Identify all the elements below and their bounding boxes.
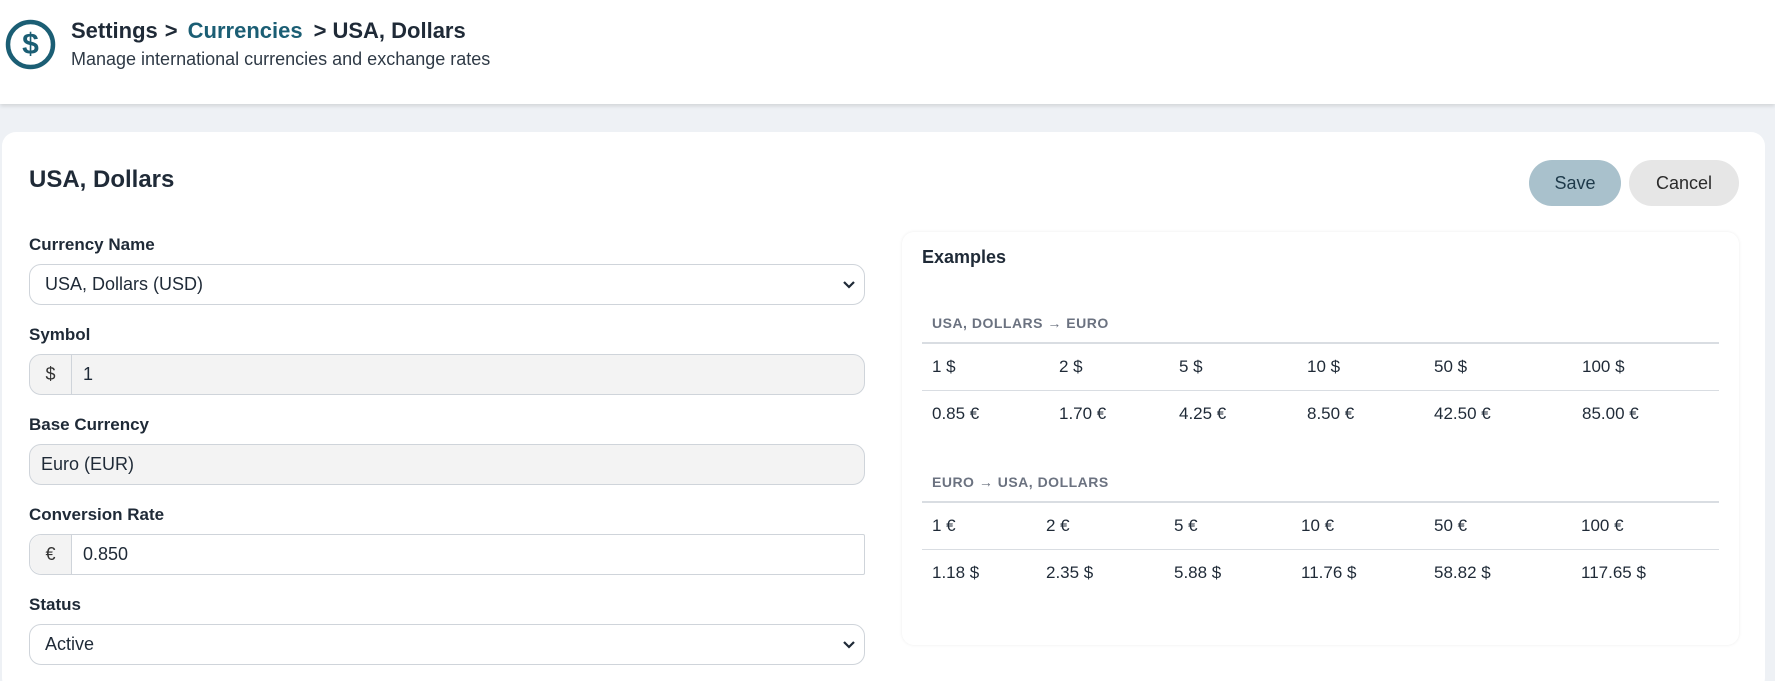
conversion-rate-value: 0.850: [83, 544, 129, 564]
usd-to-eur-table: USA, DOLLARS → EURO 1 $ 2 $ 5 $ 10 $ 50 …: [922, 304, 1719, 436]
table-cell: 5.88 $: [1174, 562, 1222, 582]
page-subtitle: Manage international currencies and exch…: [71, 49, 491, 69]
card-title: USA, Dollars: [29, 166, 175, 193]
conversion-rate-label: Conversion Rate: [29, 505, 165, 524]
table-cell: 50 $: [1434, 357, 1468, 376]
table-cell: 10 €: [1301, 516, 1335, 535]
breadcrumb-currencies-link[interactable]: Currencies: [188, 18, 303, 44]
table-cell: 5 $: [1179, 357, 1203, 376]
svg-text:$: $: [22, 28, 39, 61]
currency-name-value: USA, Dollars (USD): [45, 274, 204, 294]
table-cell: 2.35 $: [1046, 562, 1094, 582]
status-value: Active: [45, 634, 95, 654]
table-cell: 100 €: [1581, 516, 1624, 535]
chevron-down-icon: [834, 640, 864, 650]
base-currency-label: Base Currency: [29, 415, 150, 434]
table-cell: 5 €: [1174, 516, 1198, 535]
breadcrumb: Settings > Currencies > USA, Dollars: [71, 17, 466, 45]
table-cell: 85.00 €: [1582, 403, 1639, 423]
status-label: Status: [29, 595, 81, 614]
table-cell: 10 $: [1307, 357, 1341, 376]
table-row: 0.85 € 1.70 € 4.25 € 8.50 € 42.50 € 85.0…: [922, 390, 1719, 436]
table-row: 1.18 $ 2.35 $ 5.88 $ 11.76 $ 58.82 $ 117…: [922, 549, 1719, 595]
table-heading: EURO → USA, DOLLARS: [922, 463, 1719, 503]
table-cell: 2 $: [1059, 357, 1083, 376]
symbol-addon: $: [30, 355, 72, 394]
currency-card: USA, Dollars Save Cancel Currency Name U…: [2, 132, 1765, 681]
examples-title: Examples: [922, 247, 1007, 267]
table-row: 1 € 2 € 5 € 10 € 50 € 100 €: [922, 503, 1719, 549]
base-currency-value: Euro (EUR): [41, 454, 135, 474]
table-cell: 1.70 €: [1059, 403, 1107, 423]
breadcrumb-current: USA, Dollars: [332, 18, 466, 43]
cancel-button[interactable]: Cancel: [1629, 160, 1739, 206]
chevron-down-icon: [834, 280, 864, 290]
table-cell: 1.18 $: [932, 562, 980, 582]
save-button[interactable]: Save: [1529, 160, 1621, 206]
eur-to-usd-table: EURO → USA, DOLLARS 1 € 2 € 5 € 10 € 50 …: [922, 463, 1719, 595]
page-header: $ Settings > Currencies > USA, Dollars M…: [0, 0, 1775, 104]
symbol-value: 1: [83, 364, 94, 384]
table-cell: 0.85 €: [932, 403, 980, 423]
symbol-label: Symbol: [29, 325, 91, 344]
table-heading: USA, DOLLARS → EURO: [922, 304, 1719, 344]
table-cell: 11.76 $: [1301, 562, 1357, 582]
table-cell: 117.65 $: [1581, 562, 1646, 582]
breadcrumb-separator: >: [164, 18, 178, 43]
table-cell: 4.25 €: [1179, 403, 1227, 423]
conversion-rate-input[interactable]: € 0.850: [29, 534, 865, 575]
table-cell: 2 €: [1046, 516, 1070, 535]
conversion-rate-addon: €: [30, 535, 72, 574]
currency-name-label: Currency Name: [29, 235, 155, 254]
table-cell: 58.82 $: [1434, 562, 1491, 582]
status-select[interactable]: Active: [29, 624, 865, 665]
table-cell: 1 $: [932, 357, 956, 376]
breadcrumb-settings[interactable]: Settings: [71, 18, 158, 44]
currency-name-select[interactable]: USA, Dollars (USD): [29, 264, 865, 305]
table-row: 1 $ 2 $ 5 $ 10 $ 50 $ 100 $: [922, 344, 1719, 390]
base-currency-field: Euro (EUR): [29, 444, 865, 485]
symbol-field[interactable]: $ 1: [29, 354, 865, 395]
dollar-circle-icon: $: [5, 19, 56, 70]
table-cell: 50 €: [1434, 516, 1468, 535]
table-cell: 100 $: [1582, 357, 1625, 376]
table-cell: 42.50 €: [1434, 403, 1491, 423]
table-cell: 1 €: [932, 516, 956, 535]
table-cell: 8.50 €: [1307, 403, 1355, 423]
breadcrumb-separator: >: [313, 18, 327, 43]
